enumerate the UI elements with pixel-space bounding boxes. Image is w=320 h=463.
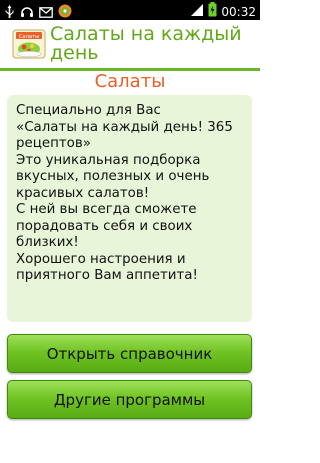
- other-programs-label: Другие программы: [53, 390, 206, 409]
- app-title: Салаты на каждый день: [50, 23, 242, 64]
- app-logo: Салаты: [12, 29, 46, 59]
- description-card: Специально для Вас «Салаты на каждый ден…: [7, 95, 252, 322]
- signal-icon: [190, 2, 204, 21]
- system-icons: 00:32: [190, 2, 256, 21]
- open-reference-button[interactable]: Открыть справочник: [7, 334, 252, 373]
- description-text: Специально для Вас «Салаты на каждый ден…: [16, 103, 233, 283]
- app-header: Салаты Салаты на каждый день: [0, 20, 260, 68]
- clock: 00:32: [221, 4, 256, 19]
- battery-icon: [208, 2, 217, 21]
- open-reference-label: Открыть справочник: [46, 344, 213, 363]
- section-title: Салаты: [94, 71, 166, 92]
- svg-text:Салаты: Салаты: [19, 34, 39, 40]
- other-programs-button[interactable]: Другие программы: [7, 380, 252, 419]
- status-bar: 00:32: [0, 0, 260, 20]
